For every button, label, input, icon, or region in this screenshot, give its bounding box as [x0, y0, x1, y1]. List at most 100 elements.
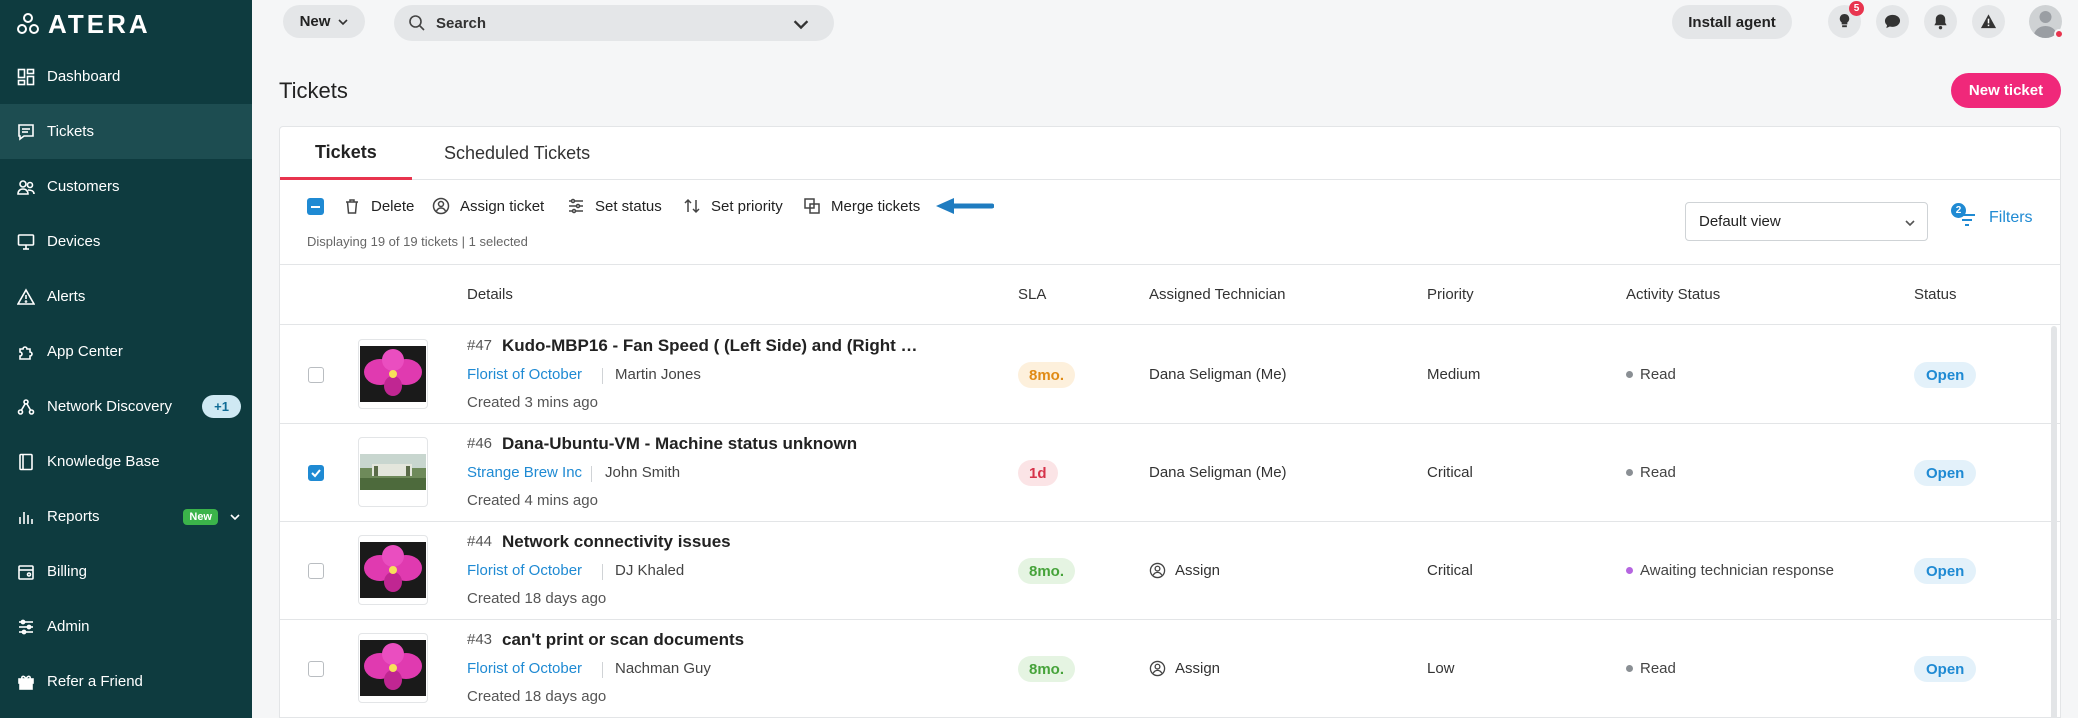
table-row[interactable]: #47 Kudo-MBP16 - Fan Speed ( (Left Side)…: [280, 326, 2060, 424]
sla-badge: 8mo.: [1018, 656, 1076, 682]
activity-status: Read: [1626, 660, 1676, 677]
assign-ticket-button[interactable]: Assign ticket: [432, 191, 544, 221]
tickets-panel: Tickets Scheduled Tickets Delete Assign …: [279, 126, 2061, 718]
priority-value[interactable]: Medium: [1427, 366, 1480, 383]
assign-technician-button[interactable]: Assign: [1149, 660, 1220, 677]
row-checkbox[interactable]: [308, 563, 324, 579]
column-header-priority[interactable]: Priority: [1427, 286, 1474, 303]
sidebar-item-refer-a-friend[interactable]: Refer a Friend: [0, 654, 252, 709]
column-header-sla[interactable]: SLA: [1018, 286, 1046, 303]
ticket-title-link[interactable]: Kudo-MBP16 - Fan Speed ( (Left Side) and…: [502, 336, 918, 356]
sidebar-item-customers[interactable]: Customers: [0, 159, 252, 214]
reports-new-tag: New: [183, 508, 218, 525]
created-time: Created 18 days ago: [467, 688, 607, 705]
status-badge[interactable]: Open: [1914, 558, 1977, 584]
priority-value[interactable]: Low: [1427, 660, 1455, 677]
contact-name[interactable]: Martin Jones: [615, 366, 701, 383]
column-header-status[interactable]: Status: [1914, 286, 1957, 303]
chevron-down-icon: [1905, 220, 1915, 227]
customer-thumbnail: [358, 437, 428, 507]
customer-link[interactable]: Strange Brew Inc: [467, 464, 582, 481]
table-row[interactable]: #46 Dana-Ubuntu-VM - Machine status unkn…: [280, 424, 2060, 522]
row-checkbox[interactable]: [308, 661, 324, 677]
technician-name: Dana Seligman (Me): [1149, 464, 1287, 481]
sliders-icon: [569, 198, 583, 214]
delete-label: Delete: [371, 197, 415, 215]
table-row[interactable]: #44 Network connectivity issues Florist …: [280, 522, 2060, 620]
sidebar-item-tickets[interactable]: Tickets: [0, 104, 252, 159]
sidebar-item-billing[interactable]: Billing: [0, 544, 252, 599]
assign-technician-button[interactable]: Assign: [1149, 562, 1220, 579]
row-checkbox[interactable]: [308, 465, 324, 481]
table-row[interactable]: #43 can't print or scan documents Floris…: [280, 620, 2060, 718]
notifications-button[interactable]: [1924, 5, 1957, 38]
assigned-technician[interactable]: Dana Seligman (Me): [1149, 366, 1287, 383]
sla-badge: 1d: [1018, 460, 1058, 486]
sidebar-item-network-discovery[interactable]: Network Discovery +1: [0, 379, 252, 434]
ticket-number: #46: [467, 435, 493, 452]
column-header-activity-status[interactable]: Activity Status: [1626, 286, 1720, 303]
ticket-title-link[interactable]: Dana-Ubuntu-VM - Machine status unknown: [502, 434, 857, 454]
activity-text: Read: [1640, 464, 1676, 481]
customer-thumbnail: [358, 633, 428, 703]
activity-dot: [1626, 567, 1633, 574]
status-badge[interactable]: Open: [1914, 656, 1977, 682]
delete-button[interactable]: Delete: [343, 191, 414, 221]
priority-value[interactable]: Critical: [1427, 562, 1473, 579]
sidebar-item-label: Customers: [47, 178, 120, 195]
gift-icon: [16, 672, 36, 692]
column-header-details[interactable]: Details: [467, 286, 513, 303]
view-select-value: Default view: [1699, 213, 1781, 230]
table-scrollbar[interactable]: [2051, 326, 2057, 718]
set-status-button[interactable]: Set status: [567, 191, 662, 221]
sidebar-item-admin[interactable]: Admin: [0, 599, 252, 654]
assign-label: Assign: [1175, 660, 1221, 677]
sidebar-item-devices[interactable]: Devices: [0, 214, 252, 269]
filters-button[interactable]: 2 Filters: [1951, 203, 2033, 233]
lightbulb-button[interactable]: 5: [1828, 1, 1864, 38]
merge-tickets-button[interactable]: Merge tickets: [803, 191, 920, 221]
activity-status: Read: [1626, 464, 1676, 481]
new-ticket-button[interactable]: New ticket: [1951, 73, 2061, 108]
chat-button[interactable]: [1876, 5, 1909, 38]
new-dropdown-button[interactable]: New: [283, 5, 365, 38]
search-input[interactable]: Search: [394, 5, 834, 41]
alerts-icon: [16, 287, 36, 307]
contact-name[interactable]: Nachman Guy: [615, 660, 711, 677]
chevron-down-icon[interactable]: [230, 512, 240, 522]
sidebar-item-knowledge-base[interactable]: Knowledge Base: [0, 434, 252, 489]
assigned-technician[interactable]: Dana Seligman (Me): [1149, 464, 1287, 481]
sidebar-item-dashboard[interactable]: Dashboard: [0, 49, 252, 104]
alerts-button[interactable]: [1972, 5, 2005, 38]
ticket-title-link[interactable]: can't print or scan documents: [502, 630, 744, 650]
column-header-assigned-technician[interactable]: Assigned Technician: [1149, 286, 1285, 303]
status-badge[interactable]: Open: [1914, 460, 1977, 486]
view-select[interactable]: Default view: [1685, 202, 1928, 241]
contact-name[interactable]: DJ Khaled: [615, 562, 684, 579]
customer-link[interactable]: Florist of October: [467, 660, 582, 677]
contact-name[interactable]: John Smith: [605, 464, 680, 481]
separator: [602, 368, 603, 384]
install-agent-button[interactable]: Install agent: [1672, 5, 1792, 39]
ticket-number: #44: [467, 533, 493, 550]
sidebar-item-app-center[interactable]: App Center: [0, 324, 252, 379]
customer-link[interactable]: Florist of October: [467, 366, 582, 383]
tab-tickets[interactable]: Tickets: [280, 127, 412, 180]
chevron-down-icon[interactable]: [792, 16, 810, 34]
priority-value[interactable]: Critical: [1427, 464, 1473, 481]
display-count-text: Displaying 19 of 19 tickets | 1 selected: [307, 234, 528, 249]
set-priority-button[interactable]: Set priority: [683, 191, 783, 221]
atera-logo[interactable]: ATERA: [16, 9, 151, 39]
dashboard-icon: [16, 67, 36, 87]
sidebar-item-alerts[interactable]: Alerts: [0, 269, 252, 324]
sidebar-item-reports[interactable]: Reports New: [0, 489, 252, 544]
tab-scheduled-tickets[interactable]: Scheduled Tickets: [409, 127, 625, 180]
row-checkbox[interactable]: [308, 367, 324, 383]
orchid-image: [360, 542, 426, 598]
user-circle-icon: [1149, 660, 1166, 677]
select-all-checkbox[interactable]: [307, 198, 324, 215]
devices-icon: [16, 232, 36, 252]
status-badge[interactable]: Open: [1914, 362, 1977, 388]
customer-link[interactable]: Florist of October: [467, 562, 582, 579]
ticket-title-link[interactable]: Network connectivity issues: [502, 532, 731, 552]
